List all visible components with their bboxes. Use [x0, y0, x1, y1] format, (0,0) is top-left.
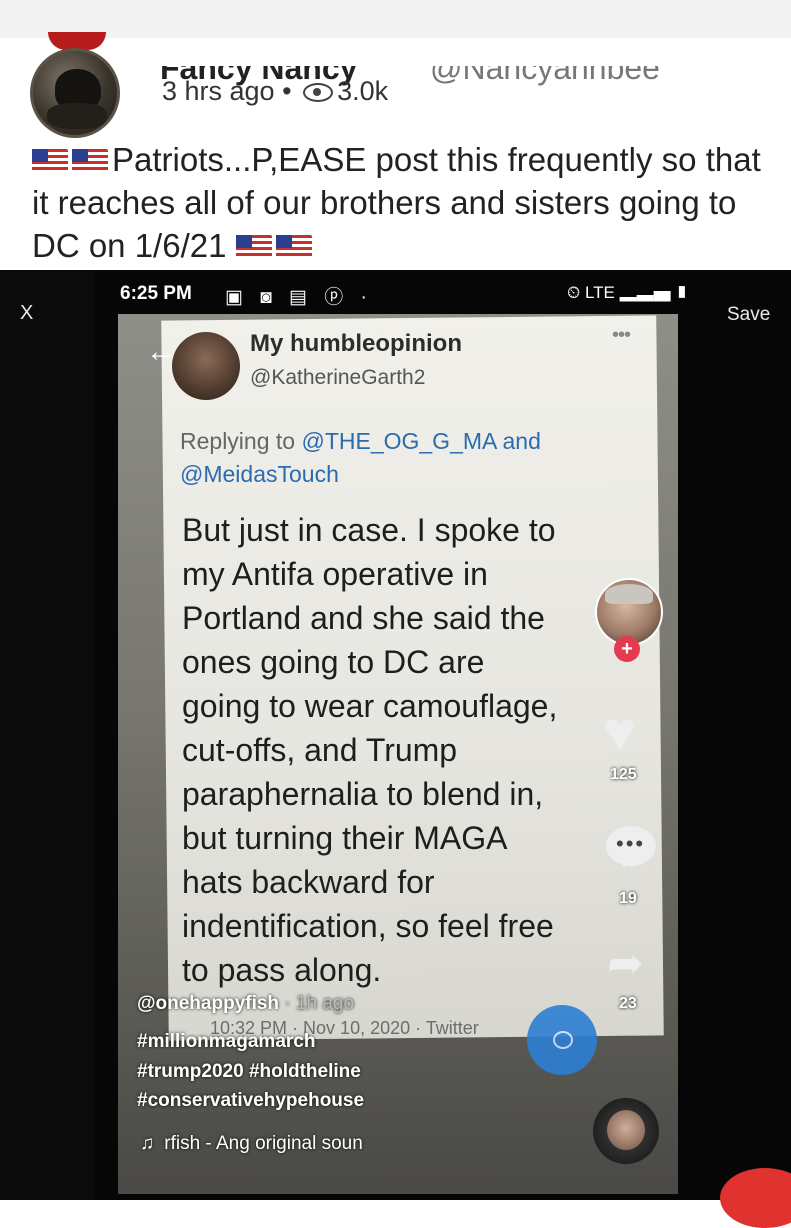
music-note-icon: ♫ [140, 1133, 155, 1154]
share-icon[interactable]: ➦ [607, 942, 644, 986]
views-count: 3.0k [337, 76, 389, 106]
tweet-line: my Antifa operative in [182, 556, 488, 592]
hashtag-line[interactable]: #trump2020 #holdtheline [137, 1061, 361, 1083]
chat-bubble-icon [527, 1005, 597, 1075]
save-button[interactable]: Save [727, 304, 770, 326]
us-flag-icon [275, 235, 312, 259]
video-username[interactable]: @onehappyfish · 1h ago [137, 993, 354, 1015]
tweet-line: hats backward for [182, 864, 435, 900]
comments-count: 19 [619, 890, 637, 907]
tweet-line: But just in case. I spoke to [182, 512, 556, 548]
music-label[interactable]: ♫ rfish - Ang original soun [140, 1133, 363, 1155]
status-network: ⏲ LTE ▂▃▅ ▮ [567, 283, 689, 302]
tweet-author-handle: @KatherineGarth2 [250, 366, 426, 389]
creator-hair [605, 584, 653, 604]
tweet-replying-to: Replying to @THE_OG_G_MA and @MeidasTouc… [180, 425, 640, 491]
hashtag-line[interactable]: #conservativehypehouse [137, 1090, 364, 1112]
post-time: 3 hrs ago [162, 76, 275, 106]
status-time: 6:25 PM [120, 283, 192, 304]
avatar-dog-body [47, 103, 107, 129]
heart-icon[interactable]: ♥ [603, 704, 636, 760]
tweet-line: cut-offs, and Trump [182, 732, 458, 768]
tweet-author-name: My humbleopinion [250, 330, 462, 357]
post-header: Fancy Nancy @Nancyannbee 3 hrs ago • 3.0… [0, 32, 791, 270]
tweet-line: to pass along. [182, 952, 382, 988]
replying-mention-1: @THE_OG_G_MA and [301, 428, 541, 454]
tweet-more-icon: ••• [612, 324, 631, 346]
tweet-body: But just in case. I spoke to my Antifa o… [182, 508, 612, 992]
tweet-line: Portland and she said the [182, 600, 545, 636]
shares-count: 23 [619, 995, 637, 1012]
replying-mention-2: @MeidasTouch [180, 461, 339, 487]
tweet-line: going to wear camouflage, [182, 688, 558, 724]
tweet-line: ones going to DC are [182, 644, 485, 680]
views-icon [303, 83, 334, 103]
hashtag-line[interactable]: #millionmagamarch [137, 1031, 315, 1053]
post-text: Patriots...P,EASE post this frequently s… [32, 138, 772, 267]
tweet-line: indentification, so feel free [182, 908, 554, 944]
meta-separator: • [282, 76, 292, 106]
tweet-line: paraphernalia to blend in, [182, 776, 544, 812]
browser-top-bar [0, 0, 791, 39]
phone-status-bar: 6:25 PM ▣ ◙ ▤ ⓟ · ⏲ LTE ▂▃▅ ▮ [0, 270, 791, 316]
video-dim-left [0, 270, 95, 1200]
us-flag-icon [235, 235, 272, 259]
red-corner-shape [720, 1168, 791, 1228]
close-button[interactable]: X [20, 302, 33, 325]
tweet-author-avatar [172, 332, 240, 400]
tweet-line: but turning their MAGA [182, 820, 508, 856]
comment-dots: ••• [616, 831, 646, 856]
replying-prefix: Replying to [180, 428, 296, 454]
post-author-handle[interactable]: @Nancyannbee [430, 66, 660, 87]
music-disc-icon[interactable] [593, 1098, 659, 1164]
post-text-main: Patriots...P,EASE post this frequently s… [32, 141, 761, 264]
disc-face [607, 1110, 645, 1150]
us-flag-icon [72, 149, 108, 173]
likes-count: 125 [610, 766, 637, 783]
post-author-avatar[interactable] [30, 48, 120, 138]
status-icons: ▣ ◙ ▤ ⓟ · [225, 287, 373, 308]
us-flag-icon [32, 149, 68, 173]
comment-icon[interactable]: ••• [606, 826, 656, 868]
follow-plus-icon[interactable]: + [614, 636, 640, 662]
post-meta: 3 hrs ago • 3.0k [162, 76, 388, 107]
